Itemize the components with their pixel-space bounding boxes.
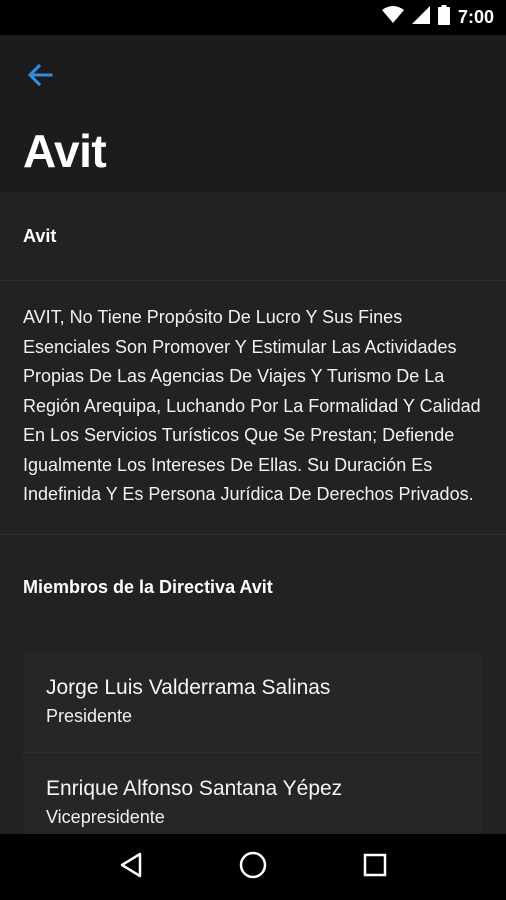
status-bar: 7:00 [0, 0, 506, 35]
member-name: Jorge Luis Valderrama Salinas [46, 676, 331, 699]
back-triangle-icon [118, 851, 144, 884]
arrow-back-icon [27, 63, 53, 92]
member-item[interactable]: Jorge Luis Valderrama Salinas Presidente [23, 652, 482, 752]
members-header: Miembros de la Directiva Avit [23, 576, 273, 597]
status-time: 7:00 [457, 7, 494, 27]
home-circle-icon [238, 850, 268, 885]
member-item[interactable]: Enrique Alfonso Santana Yépez Vicepresid… [23, 752, 482, 834]
recents-square-icon [362, 852, 388, 883]
wifi-icon [381, 6, 404, 29]
member-role: Presidente [46, 706, 133, 726]
member-name: Enrique Alfonso Santana Yépez [46, 777, 343, 800]
member-role: Vicepresidente [46, 807, 165, 827]
battery-icon [437, 5, 450, 30]
description-text: AVIT, No Tiene Propósito De Lucro Y Sus … [0, 281, 506, 535]
nav-home-button[interactable] [233, 847, 273, 887]
app-bar: Avit [0, 35, 506, 192]
members-card: Jorge Luis Valderrama Salinas Presidente… [23, 652, 482, 834]
signal-icon [411, 6, 430, 29]
nav-back-button[interactable] [111, 847, 151, 887]
nav-recents-button[interactable] [355, 847, 395, 887]
status-icons [381, 5, 450, 30]
system-nav-bar [0, 834, 506, 900]
page-title: Avit [23, 125, 107, 177]
section-header: Avit [0, 192, 506, 281]
back-button[interactable] [22, 59, 58, 95]
